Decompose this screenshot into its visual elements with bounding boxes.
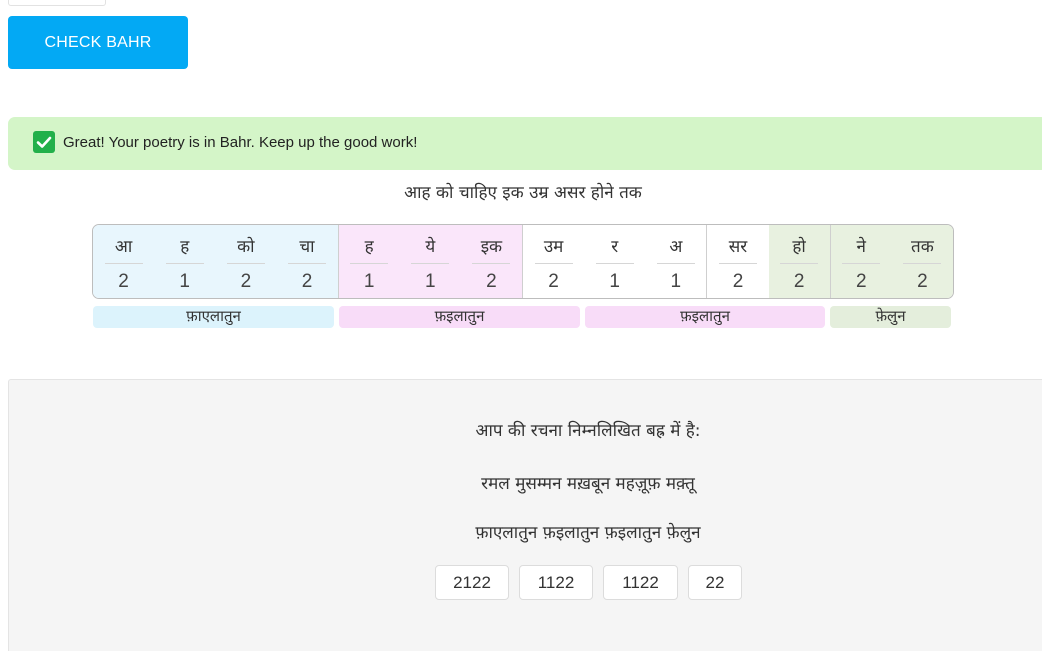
syllable-cell: ह1	[154, 225, 216, 298]
syllable-divider	[903, 263, 942, 264]
syllable-divider	[411, 263, 450, 264]
arkan-line: फ़ाएलातुन फ़इलातुन फ़इलातुन फ़ेलुन	[475, 523, 701, 543]
syllable-divider	[288, 263, 326, 264]
syllable-cell: र1	[584, 225, 646, 298]
foot-label: फ़ेलुन	[830, 306, 951, 328]
syllable-divider	[472, 263, 511, 264]
syllable-divider	[226, 263, 265, 264]
syllable-text: को	[237, 237, 255, 257]
syllable-weight: 2	[118, 271, 129, 292]
syllable-divider	[780, 263, 819, 264]
verse-line: आह को चाहिए इक उम्र असर होने तक	[404, 183, 642, 203]
syllable-text: अ	[669, 237, 683, 257]
syllable-cell: ये 1	[399, 225, 461, 298]
syllable-divider	[595, 263, 634, 264]
feet-row: फ़ाएलातुन फ़इलातुन फ़इलातुन फ़ेलुन	[92, 306, 954, 328]
syllable-cell: आ2	[93, 225, 155, 298]
scansion-table: आ 2 ह 1 को 2 चा 2 ह 1 ये 1 इक 2 उम 2 र 1 अ 1 सर 2 हो 2 ने 2 तक 2	[92, 224, 954, 299]
syllable-divider	[534, 263, 573, 264]
syllable-weight: 2	[917, 271, 928, 292]
syllable-weight: 2	[548, 271, 559, 292]
syllable-cell: ह1	[338, 225, 400, 298]
syllable-cell: अ1	[645, 225, 708, 298]
foot-label: फ़इलातुन	[339, 306, 580, 328]
syllable-weight: 2	[732, 271, 744, 292]
result-heading: आप की रचना निम्नलिखित बह्र में है:	[475, 421, 701, 441]
syllable-text: र	[611, 237, 619, 257]
syllable-divider	[165, 263, 204, 264]
syllable-weight: 1	[179, 271, 190, 292]
syllable-text: हो	[792, 237, 806, 257]
syllable-weight: 1	[424, 271, 436, 292]
syllable-text: सर	[728, 237, 748, 257]
syllable-cell: ने 2	[830, 225, 892, 298]
syllable-cell: हो 2	[768, 225, 831, 298]
poetry-input-field[interactable]	[8, 0, 106, 6]
syllable-text: चा	[299, 237, 315, 257]
syllable-text: ने	[856, 237, 866, 257]
syllable-weight: 2	[486, 271, 497, 292]
meter-code-box: 2122	[435, 565, 509, 600]
syllable-cell: इक 2	[460, 225, 523, 298]
syllable-divider	[656, 263, 695, 264]
syllable-weight: 2	[240, 271, 252, 292]
syllable-weight: 1	[363, 271, 375, 292]
syllable-weight: 1	[670, 271, 682, 292]
syllable-text: आ	[114, 237, 133, 257]
syllable-divider	[104, 263, 143, 264]
syllable-weight: 2	[301, 271, 313, 292]
syllable-weight: 2	[855, 271, 867, 292]
syllable-weight: 1	[609, 271, 620, 292]
syllable-text: तक	[911, 237, 934, 257]
syllable-weight: 2	[793, 271, 805, 292]
syllable-divider	[719, 263, 757, 264]
syllable-text: ह	[364, 237, 374, 257]
syllable-cell: उम 2	[522, 225, 585, 298]
syllable-cell: चा 2	[276, 225, 339, 298]
meter-code-box: 1122	[519, 565, 593, 600]
check-bahr-button[interactable]: CHECK BAHR	[8, 16, 188, 69]
alert-message: Great! Your poetry is in Bahr. Keep up t…	[63, 134, 418, 151]
syllable-text: ह	[180, 237, 190, 257]
bahr-name: रमल मुसम्मन मख़बून महज़ूफ़ मक़्तू	[481, 474, 695, 494]
syllable-divider	[350, 263, 389, 264]
syllable-cell: सर 2	[707, 225, 769, 298]
meter-code-box: 22	[688, 565, 742, 600]
syllable-cell: तक 2	[891, 225, 953, 298]
syllable-text: इक	[480, 237, 503, 257]
foot-label: फ़ाएलातुन	[93, 306, 334, 328]
syllable-cell: को 2	[215, 225, 277, 298]
check-square-icon	[33, 131, 55, 153]
success-alert: Great! Your poetry is in Bahr. Keep up t…	[8, 117, 1042, 170]
foot-label: फ़इलातुन	[585, 306, 825, 328]
syllable-text: उम	[543, 237, 564, 257]
syllable-divider	[842, 263, 881, 264]
syllable-text: ये	[425, 237, 436, 257]
meter-code-box: 1122	[603, 565, 678, 600]
